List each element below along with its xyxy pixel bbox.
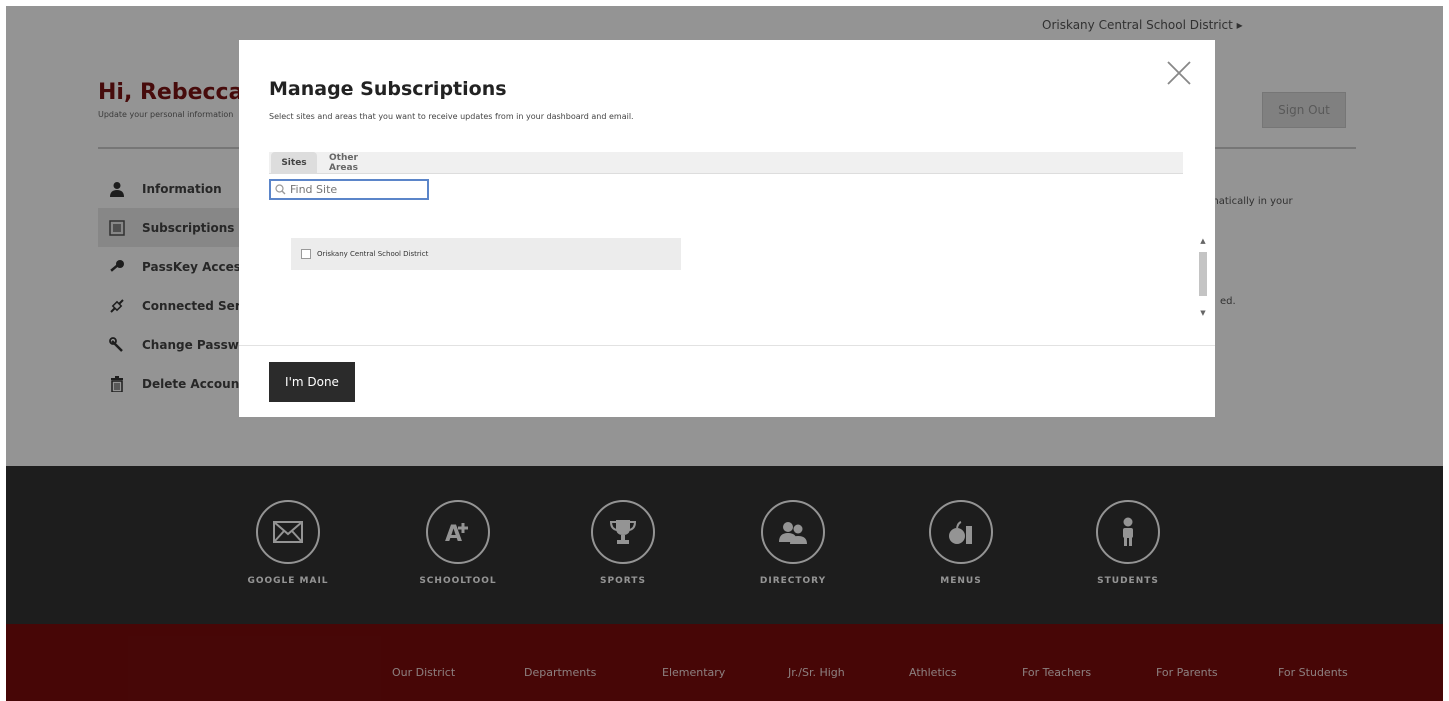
search-icon: [275, 180, 286, 199]
scrollbar-thumb[interactable]: [1199, 252, 1207, 296]
site-row[interactable]: Oriskany Central School District: [291, 238, 681, 270]
site-checkbox[interactable]: [301, 249, 311, 259]
modal-tabs: Sites Other Areas: [269, 152, 1183, 174]
page: Oriskany Central School District ▸ Hi, R…: [6, 6, 1443, 701]
scroll-down-arrow-icon[interactable]: ▼: [1198, 308, 1208, 318]
modal-title: Manage Subscriptions: [269, 78, 507, 100]
done-button[interactable]: I'm Done: [269, 362, 355, 402]
modal-divider: [239, 345, 1215, 346]
site-name: Oriskany Central School District: [317, 250, 429, 258]
site-list-scrollbar[interactable]: ▲ ▼: [1198, 236, 1208, 324]
manage-subscriptions-modal: Manage Subscriptions Select sites and ar…: [239, 40, 1215, 417]
find-site-input[interactable]: [290, 183, 420, 196]
find-site-field[interactable]: [269, 179, 429, 200]
site-list: Oriskany Central School District: [269, 236, 1199, 336]
modal-subtitle: Select sites and areas that you want to …: [269, 112, 634, 121]
close-icon[interactable]: [1166, 60, 1192, 86]
tab-other-areas[interactable]: Other Areas: [329, 152, 389, 174]
scroll-up-arrow-icon[interactable]: ▲: [1198, 236, 1208, 246]
tab-sites[interactable]: Sites: [271, 152, 317, 174]
